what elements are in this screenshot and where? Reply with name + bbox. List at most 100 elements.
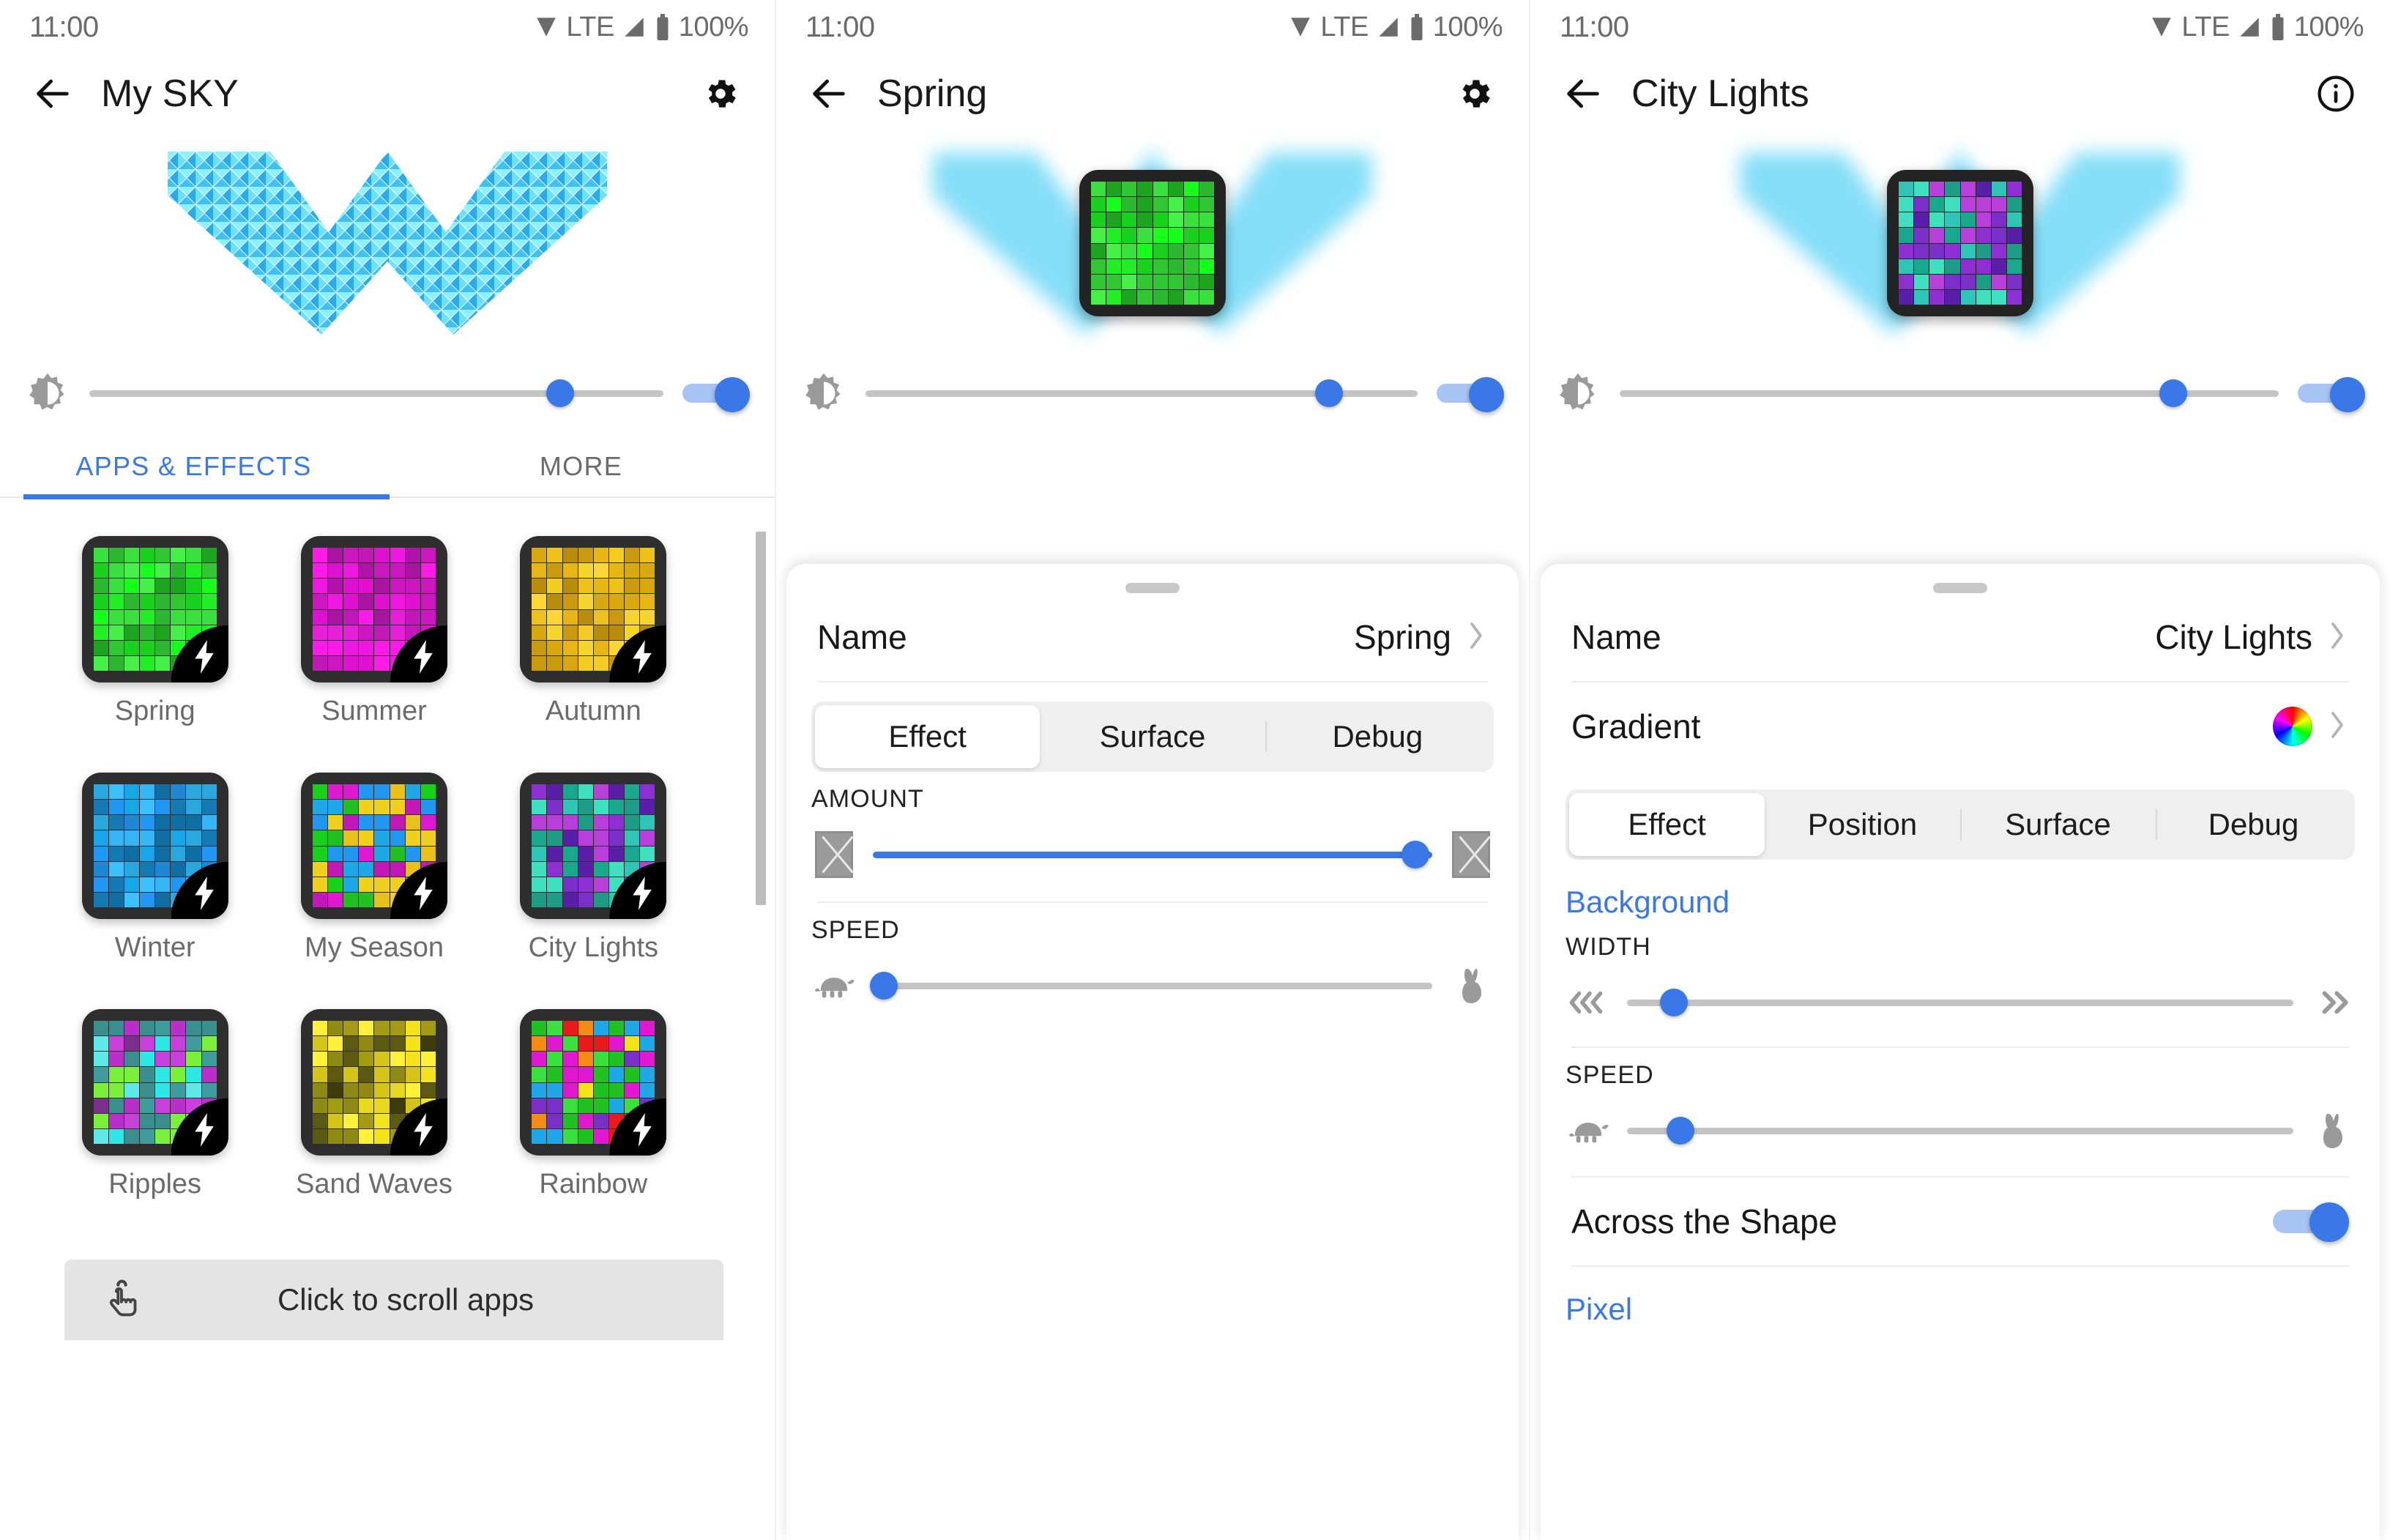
- app-icon[interactable]: [520, 536, 667, 682]
- amount-label: AMOUNT: [811, 785, 924, 813]
- speed-control: SPEED: [1541, 1061, 2380, 1164]
- divider: [1571, 1265, 2349, 1267]
- slider-thumb[interactable]: [1666, 1117, 1694, 1145]
- tab-surface[interactable]: Surface: [1040, 705, 1265, 768]
- arrow-left-icon[interactable]: [25, 66, 81, 122]
- slider-thumb[interactable]: [870, 972, 898, 1000]
- apps-scrollbar[interactable]: [756, 520, 766, 1296]
- power-toggle[interactable]: [1437, 377, 1504, 412]
- speed-slider[interactable]: [1627, 1114, 2293, 1147]
- app-icon[interactable]: [300, 773, 447, 919]
- chevrons-right-icon: [2309, 986, 2355, 1019]
- speed-label: SPEED: [811, 916, 900, 944]
- gear-icon[interactable]: [693, 66, 748, 122]
- status-battery: 100%: [678, 11, 749, 42]
- app-tile-rainbow[interactable]: Rainbow: [484, 1009, 703, 1200]
- divider: [817, 901, 1488, 903]
- app-icon[interactable]: [81, 773, 228, 919]
- name-row[interactable]: Name City Lights: [1546, 593, 2374, 681]
- scrollbar-thumb[interactable]: [756, 532, 766, 905]
- amount-control: AMOUNT: [786, 785, 1519, 888]
- app-label: Winter: [114, 932, 196, 963]
- tab-debug[interactable]: Debug: [1265, 705, 1490, 768]
- app-label: Autumn: [545, 696, 641, 726]
- battery-icon: [2269, 14, 2287, 40]
- settings-sheet: Name City Lights Gradient Effect Positio…: [1541, 564, 2380, 1540]
- app-tile-autumn[interactable]: Autumn: [484, 536, 703, 727]
- speed-slider[interactable]: [870, 969, 1432, 1003]
- app-icon[interactable]: [520, 1009, 667, 1156]
- tab-effect[interactable]: Effect: [815, 705, 1040, 768]
- speed-control: SPEED: [786, 916, 1519, 1019]
- device-preview-city-lights: [1530, 133, 2390, 353]
- tap-hand-icon: [101, 1277, 146, 1323]
- amount-slider[interactable]: [873, 838, 1432, 871]
- across-shape-toggle[interactable]: [2273, 1202, 2349, 1242]
- tab-active-indicator: [23, 494, 390, 499]
- app-label: Summer: [321, 696, 427, 726]
- slider-thumb[interactable]: [2159, 379, 2187, 407]
- status-bar: 11:00 LTE 100%: [0, 0, 775, 54]
- brightness-slider[interactable]: [1620, 379, 2279, 408]
- across-shape-row[interactable]: Across the Shape: [1546, 1178, 2374, 1265]
- rainbow-gradient-swatch[interactable]: [2273, 707, 2312, 746]
- app-icon[interactable]: [520, 773, 667, 919]
- page-title: Spring: [877, 72, 988, 115]
- scroll-hint-banner[interactable]: Click to scroll apps: [64, 1260, 723, 1340]
- app-tile-spring[interactable]: Spring: [45, 536, 264, 727]
- tab-apps-effects[interactable]: APPS & EFFECTS: [0, 434, 387, 499]
- missing-image-icon: [1448, 831, 1494, 878]
- info-icon[interactable]: [2308, 66, 2364, 122]
- app-tile-winter[interactable]: Winter: [45, 773, 264, 964]
- app-icon[interactable]: [81, 1009, 228, 1156]
- slider-thumb[interactable]: [1401, 841, 1430, 868]
- tab-effect[interactable]: Effect: [1569, 793, 1765, 856]
- signal-icon: [622, 15, 647, 40]
- name-label: Name: [1571, 618, 1661, 656]
- missing-image-icon: [811, 831, 857, 878]
- slider-thumb[interactable]: [546, 379, 574, 407]
- panel-my-sky: 11:00 LTE 100% My SKY APPS & EFFECTS MOR…: [0, 0, 775, 1540]
- section-background[interactable]: Background: [1541, 885, 2380, 920]
- tab-surface[interactable]: Surface: [1960, 793, 2156, 856]
- divider: [1571, 1046, 2349, 1048]
- slider-thumb[interactable]: [1659, 989, 1688, 1016]
- battery-icon: [1408, 14, 1426, 40]
- app-tile-my-season[interactable]: My Season: [264, 773, 483, 964]
- status-battery: 100%: [1432, 11, 1503, 42]
- wifi-icon: [1288, 15, 1313, 40]
- gradient-row[interactable]: Gradient: [1546, 682, 2374, 770]
- rabbit-icon: [1448, 965, 1494, 1006]
- app-tile-city-lights[interactable]: City Lights: [484, 773, 703, 964]
- app-tile-sand-waves[interactable]: Sand Waves: [264, 1009, 483, 1200]
- app-tile-ripples[interactable]: Ripples: [45, 1009, 264, 1200]
- gear-icon[interactable]: [1447, 66, 1503, 122]
- screenshot-root: 11:00 LTE 100% My SKY APPS & EFFECTS MOR…: [0, 0, 2390, 1540]
- sheet-grabber[interactable]: [1933, 583, 1987, 593]
- tab-debug[interactable]: Debug: [2156, 793, 2351, 856]
- brightness-slider[interactable]: [89, 379, 663, 408]
- sheet-grabber[interactable]: [1125, 583, 1180, 593]
- brightness-icon: [801, 371, 846, 416]
- name-row[interactable]: Name Spring: [792, 593, 1513, 681]
- app-icon[interactable]: [300, 1009, 447, 1156]
- status-bar: 11:00 LTE 100%: [776, 0, 1529, 54]
- brightness-slider[interactable]: [865, 379, 1418, 408]
- app-icon[interactable]: [81, 536, 228, 682]
- arrow-left-icon[interactable]: [1555, 66, 1611, 122]
- app-icon[interactable]: [300, 536, 447, 682]
- width-control: WIDTH: [1541, 933, 2380, 1036]
- tab-position[interactable]: Position: [1765, 793, 1960, 856]
- app-bar: My SKY: [0, 54, 775, 133]
- app-tile-summer[interactable]: Summer: [264, 536, 483, 727]
- effect-tabs: Effect Surface Debug: [811, 702, 1494, 772]
- power-toggle[interactable]: [2298, 377, 2365, 412]
- slider-thumb[interactable]: [1315, 379, 1344, 407]
- arrow-left-icon[interactable]: [801, 66, 857, 122]
- tab-more[interactable]: MORE: [387, 434, 775, 499]
- wifi-icon: [534, 15, 559, 40]
- width-slider[interactable]: [1627, 986, 2293, 1019]
- power-toggle[interactable]: [682, 377, 750, 412]
- section-pixel[interactable]: Pixel: [1541, 1292, 2380, 1327]
- status-time: 11:00: [29, 10, 99, 43]
